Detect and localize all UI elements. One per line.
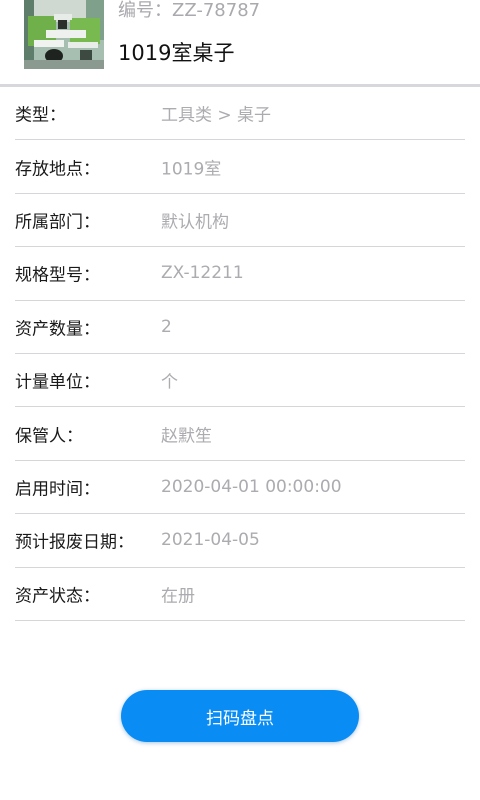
field-label: 保管人： — [15, 426, 83, 447]
field-value: 默认机构 — [161, 212, 229, 233]
asset-header: 编号：ZZ-78787 1019室桌子 — [0, 0, 480, 84]
field-value: 工具类 > 桌子 — [161, 105, 272, 126]
field-row-model: 规格型号： ZX-12211 — [15, 247, 465, 301]
field-value: 个 — [161, 372, 178, 393]
field-label: 类型： — [15, 105, 66, 126]
asset-code: 编号：ZZ-78787 — [118, 0, 261, 21]
field-label: 启用时间： — [15, 479, 100, 500]
asset-thumbnail[interactable] — [24, 0, 104, 69]
field-value: 在册 — [161, 586, 195, 607]
field-value: 赵默笙 — [161, 426, 212, 447]
field-row-location: 存放地点： 1019室 — [15, 140, 465, 194]
field-label: 规格型号： — [15, 265, 100, 286]
office-desk-photo — [24, 0, 104, 69]
field-label: 所属部门： — [15, 212, 100, 233]
field-row-custodian: 保管人： 赵默笙 — [15, 407, 465, 461]
field-row-department: 所属部门： 默认机构 — [15, 194, 465, 248]
field-value: 1019室 — [161, 159, 222, 180]
field-value: 2 — [161, 316, 172, 337]
field-row-status: 资产状态： 在册 — [15, 568, 465, 621]
field-value: ZX-12211 — [161, 263, 244, 284]
field-label: 资产数量： — [15, 319, 100, 340]
field-row-scrap-date: 预计报废日期： 2021-04-05 — [15, 514, 465, 568]
field-row-unit: 计量单位： 个 — [15, 354, 465, 408]
field-value: 2021-04-05 — [161, 530, 260, 551]
field-label: 存放地点： — [15, 159, 100, 180]
field-row-start-time: 启用时间： 2020-04-01 00:00:00 — [15, 461, 465, 515]
asset-detail-screen: 编号：ZZ-78787 1019室桌子 类型： 工具类 > 桌子 存放地点： 1… — [0, 0, 480, 800]
field-label: 计量单位： — [15, 372, 100, 393]
scan-inventory-button[interactable]: 扫码盘点 — [121, 690, 359, 742]
field-label: 预计报废日期： — [15, 532, 134, 553]
field-value: 2020-04-01 00:00:00 — [161, 476, 342, 497]
field-row-type: 类型： 工具类 > 桌子 — [15, 87, 465, 141]
field-row-quantity: 资产数量： 2 — [15, 301, 465, 354]
field-label: 资产状态： — [15, 586, 100, 607]
asset-field-list: 类型： 工具类 > 桌子 存放地点： 1019室 所属部门： 默认机构 规格型号… — [15, 87, 465, 621]
asset-name: 1019室桌子 — [118, 41, 235, 65]
